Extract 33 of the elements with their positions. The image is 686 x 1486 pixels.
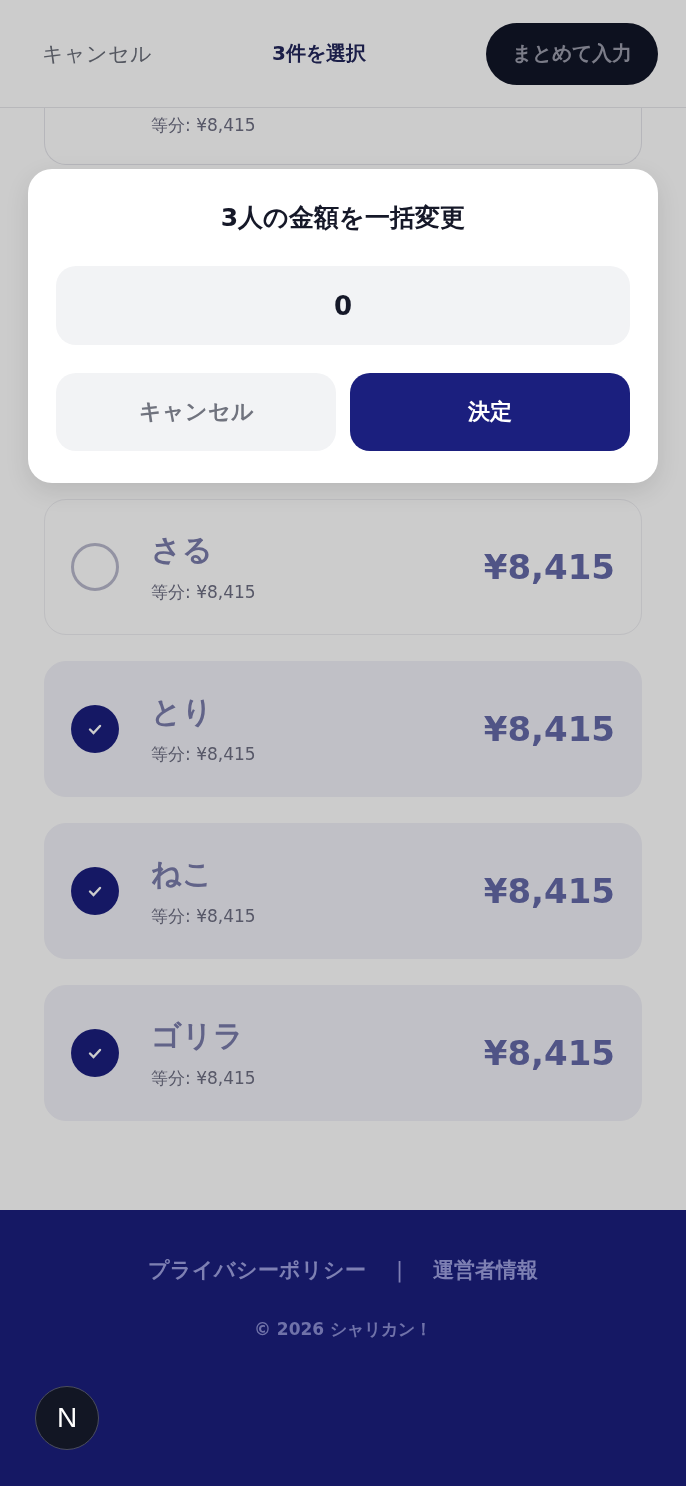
member-card[interactable]: 等分: ¥8,415 <box>44 108 642 165</box>
member-amount: ¥8,415 <box>483 871 615 911</box>
equal-share: 等分: ¥8,415 <box>151 743 257 766</box>
dialog-title: 3人の金額を一括変更 <box>220 202 466 234</box>
equal-share: 等分: ¥8,415 <box>151 581 257 604</box>
member-card[interactable]: とり 等分: ¥8,415 ¥8,415 <box>44 661 642 797</box>
member-name: ねこ <box>151 855 214 893</box>
member-name: とり <box>151 693 214 731</box>
cancel-button[interactable]: キャンセル <box>42 39 152 68</box>
member-card[interactable]: さる 等分: ¥8,415 ¥8,415 <box>44 499 642 635</box>
member-card[interactable]: ねこ 等分: ¥8,415 ¥8,415 <box>44 823 642 959</box>
equal-share: 等分: ¥8,415 <box>151 1067 257 1090</box>
checkbox[interactable] <box>71 543 119 591</box>
equal-share: 等分: ¥8,415 <box>151 115 256 135</box>
checkbox[interactable] <box>71 1029 119 1077</box>
confirm-button[interactable]: 決定 <box>350 373 630 451</box>
bulk-input-button[interactable]: まとめて入力 <box>486 22 658 85</box>
amount-field[interactable]: 0 <box>56 266 630 345</box>
checkbox[interactable] <box>71 867 119 915</box>
copyright: © 2026 シャリカン！ <box>253 1318 433 1341</box>
selection-count: 3件を選択 <box>272 40 366 67</box>
cancel-button[interactable]: キャンセル <box>56 373 336 451</box>
checkbox[interactable] <box>71 705 119 753</box>
footer-link[interactable]: プライバシーポリシー <box>147 1256 366 1284</box>
separator: | <box>395 1258 404 1282</box>
member-card[interactable]: ゴリラ 等分: ¥8,415 ¥8,415 <box>44 985 642 1121</box>
member-amount: ¥8,415 <box>483 1033 615 1073</box>
equal-share: 等分: ¥8,415 <box>151 905 257 928</box>
member-name: さる <box>151 531 214 569</box>
footer-link[interactable]: 運営者情報 <box>433 1256 539 1284</box>
member-amount: ¥8,415 <box>483 709 615 749</box>
member-name: ゴリラ <box>151 1017 245 1055</box>
member-amount: ¥8,415 <box>483 547 615 587</box>
